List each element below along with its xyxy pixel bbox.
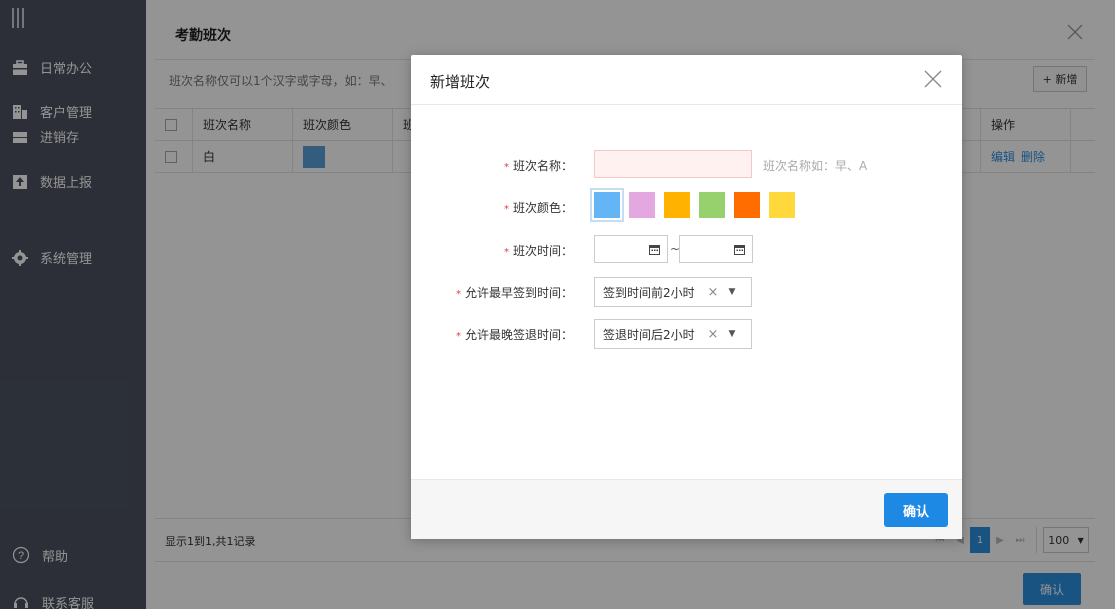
clear-icon[interactable]: × [705,285,721,300]
required-mark: * [503,162,509,173]
shift-color-row: * 班次颜色： [411,188,962,222]
shift-name-input[interactable] [594,150,752,178]
latest-signout-label: * 允许最晚签退时间： [456,326,573,343]
start-time-input[interactable] [594,235,668,263]
earliest-signin-label-text: 允许最早签到时间： [464,286,573,300]
shift-name-label: * 班次名称： [504,157,573,174]
chevron-down-icon: ▼ [728,287,736,297]
clear-icon[interactable]: × [705,327,721,342]
add-shift-dialog: 新增班次 * 班次名称： 班次名称如：早、A * 班次颜色： * 班次时间： ~ * 允… [411,55,962,539]
earliest-signin-select[interactable]: 签到时间前2小时 × ▼ [594,277,752,307]
color-swatch-blue[interactable] [590,188,624,222]
required-mark: * [455,331,461,342]
dialog-title: 新增班次 [430,73,491,91]
latest-signout-label-text: 允许最晚签退时间： [464,328,573,342]
earliest-signin-label: * 允许最早签到时间： [456,284,573,301]
color-swatch-green[interactable] [699,192,725,218]
color-swatch-orange[interactable] [734,192,760,218]
color-swatches [590,188,804,222]
latest-signout-value: 签退时间后2小时 [603,327,695,342]
shift-time-row: * 班次时间： ~ [411,235,962,265]
required-mark: * [503,247,509,258]
earliest-signin-row: * 允许最早签到时间： 签到时间前2小时 × ▼ [411,277,962,307]
close-icon[interactable] [922,68,944,90]
required-mark: * [455,289,461,300]
calendar-icon [649,245,660,255]
shift-name-row: * 班次名称： 班次名称如：早、A [411,150,962,180]
calendar-icon [734,245,745,255]
shift-name-tip: 班次名称如：早、A [763,159,868,173]
shift-time-label-text: 班次时间： [512,244,573,258]
shift-time-label: * 班次时间： [504,242,573,259]
latest-signout-row: * 允许最晚签退时间： 签退时间后2小时 × ▼ [411,319,962,349]
chevron-down-icon: ▼ [728,329,736,339]
color-swatch-pink[interactable] [629,192,655,218]
dialog-header: 新增班次 [411,55,962,105]
shift-color-label-text: 班次颜色： [512,201,573,215]
color-swatch-yellow[interactable] [769,192,795,218]
shift-name-label-text: 班次名称： [512,159,573,173]
shift-color-label: * 班次颜色： [504,199,573,216]
end-time-input[interactable] [679,235,753,263]
required-mark: * [503,204,509,215]
latest-signout-select[interactable]: 签退时间后2小时 × ▼ [594,319,752,349]
color-swatch-amber[interactable] [664,192,690,218]
confirm-button[interactable]: 确认 [884,493,948,527]
dialog-footer: 确认 [411,479,962,539]
earliest-signin-value: 签到时间前2小时 [603,285,695,300]
